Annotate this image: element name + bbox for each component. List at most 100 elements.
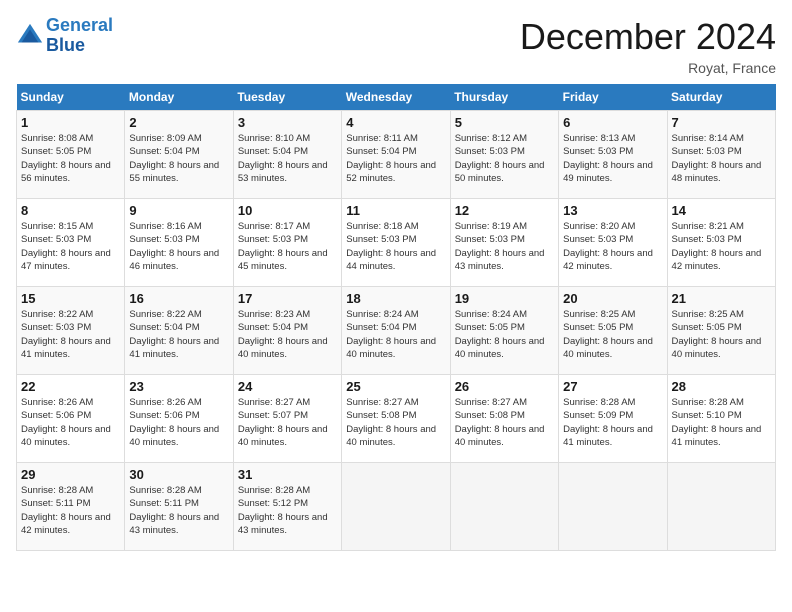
calendar-cell: 4 Sunrise: 8:11 AM Sunset: 5:04 PM Dayli…: [342, 111, 450, 199]
day-number: 2: [129, 115, 228, 130]
weekday-header-sunday: Sunday: [17, 84, 125, 111]
calendar-cell: 24 Sunrise: 8:27 AM Sunset: 5:07 PM Dayl…: [233, 375, 341, 463]
calendar-cell: 30 Sunrise: 8:28 AM Sunset: 5:11 PM Dayl…: [125, 463, 233, 551]
day-info: Sunrise: 8:25 AM Sunset: 5:05 PM Dayligh…: [672, 308, 771, 361]
calendar-cell: 18 Sunrise: 8:24 AM Sunset: 5:04 PM Dayl…: [342, 287, 450, 375]
day-number: 17: [238, 291, 337, 306]
day-number: 12: [455, 203, 554, 218]
calendar-cell: 31 Sunrise: 8:28 AM Sunset: 5:12 PM Dayl…: [233, 463, 341, 551]
day-info: Sunrise: 8:10 AM Sunset: 5:04 PM Dayligh…: [238, 132, 337, 185]
day-number: 15: [21, 291, 120, 306]
day-info: Sunrise: 8:23 AM Sunset: 5:04 PM Dayligh…: [238, 308, 337, 361]
day-info: Sunrise: 8:21 AM Sunset: 5:03 PM Dayligh…: [672, 220, 771, 273]
calendar-week-3: 15 Sunrise: 8:22 AM Sunset: 5:03 PM Dayl…: [17, 287, 776, 375]
logo-icon: [16, 22, 44, 50]
day-info: Sunrise: 8:17 AM Sunset: 5:03 PM Dayligh…: [238, 220, 337, 273]
day-info: Sunrise: 8:14 AM Sunset: 5:03 PM Dayligh…: [672, 132, 771, 185]
day-number: 19: [455, 291, 554, 306]
calendar-cell: [450, 463, 558, 551]
calendar-cell: [342, 463, 450, 551]
calendar-cell: 3 Sunrise: 8:10 AM Sunset: 5:04 PM Dayli…: [233, 111, 341, 199]
day-number: 6: [563, 115, 662, 130]
day-info: Sunrise: 8:28 AM Sunset: 5:09 PM Dayligh…: [563, 396, 662, 449]
calendar-week-2: 8 Sunrise: 8:15 AM Sunset: 5:03 PM Dayli…: [17, 199, 776, 287]
day-info: Sunrise: 8:28 AM Sunset: 5:10 PM Dayligh…: [672, 396, 771, 449]
weekday-header-wednesday: Wednesday: [342, 84, 450, 111]
calendar-cell: 6 Sunrise: 8:13 AM Sunset: 5:03 PM Dayli…: [559, 111, 667, 199]
day-number: 27: [563, 379, 662, 394]
title-area: December 2024 Royat, France: [520, 16, 776, 76]
day-info: Sunrise: 8:24 AM Sunset: 5:04 PM Dayligh…: [346, 308, 445, 361]
day-number: 14: [672, 203, 771, 218]
calendar-table: SundayMondayTuesdayWednesdayThursdayFrid…: [16, 84, 776, 551]
day-info: Sunrise: 8:28 AM Sunset: 5:11 PM Dayligh…: [129, 484, 228, 537]
weekday-header-thursday: Thursday: [450, 84, 558, 111]
calendar-cell: [559, 463, 667, 551]
day-number: 21: [672, 291, 771, 306]
calendar-cell: [667, 463, 775, 551]
day-info: Sunrise: 8:27 AM Sunset: 5:07 PM Dayligh…: [238, 396, 337, 449]
day-info: Sunrise: 8:26 AM Sunset: 5:06 PM Dayligh…: [129, 396, 228, 449]
day-number: 25: [346, 379, 445, 394]
calendar-cell: 23 Sunrise: 8:26 AM Sunset: 5:06 PM Dayl…: [125, 375, 233, 463]
day-number: 1: [21, 115, 120, 130]
calendar-cell: 16 Sunrise: 8:22 AM Sunset: 5:04 PM Dayl…: [125, 287, 233, 375]
calendar-cell: 7 Sunrise: 8:14 AM Sunset: 5:03 PM Dayli…: [667, 111, 775, 199]
calendar-cell: 21 Sunrise: 8:25 AM Sunset: 5:05 PM Dayl…: [667, 287, 775, 375]
calendar-cell: 2 Sunrise: 8:09 AM Sunset: 5:04 PM Dayli…: [125, 111, 233, 199]
day-info: Sunrise: 8:15 AM Sunset: 5:03 PM Dayligh…: [21, 220, 120, 273]
calendar-cell: 5 Sunrise: 8:12 AM Sunset: 5:03 PM Dayli…: [450, 111, 558, 199]
day-number: 8: [21, 203, 120, 218]
calendar-cell: 9 Sunrise: 8:16 AM Sunset: 5:03 PM Dayli…: [125, 199, 233, 287]
day-info: Sunrise: 8:12 AM Sunset: 5:03 PM Dayligh…: [455, 132, 554, 185]
day-number: 18: [346, 291, 445, 306]
location: Royat, France: [520, 60, 776, 76]
header: General Blue December 2024 Royat, France: [16, 16, 776, 76]
weekday-header-friday: Friday: [559, 84, 667, 111]
calendar-cell: 29 Sunrise: 8:28 AM Sunset: 5:11 PM Dayl…: [17, 463, 125, 551]
calendar-cell: 8 Sunrise: 8:15 AM Sunset: 5:03 PM Dayli…: [17, 199, 125, 287]
day-number: 3: [238, 115, 337, 130]
calendar-cell: 15 Sunrise: 8:22 AM Sunset: 5:03 PM Dayl…: [17, 287, 125, 375]
calendar-cell: 20 Sunrise: 8:25 AM Sunset: 5:05 PM Dayl…: [559, 287, 667, 375]
calendar-week-5: 29 Sunrise: 8:28 AM Sunset: 5:11 PM Dayl…: [17, 463, 776, 551]
weekday-header-saturday: Saturday: [667, 84, 775, 111]
day-number: 20: [563, 291, 662, 306]
calendar-cell: 25 Sunrise: 8:27 AM Sunset: 5:08 PM Dayl…: [342, 375, 450, 463]
day-number: 23: [129, 379, 228, 394]
day-info: Sunrise: 8:18 AM Sunset: 5:03 PM Dayligh…: [346, 220, 445, 273]
weekday-header-tuesday: Tuesday: [233, 84, 341, 111]
day-number: 30: [129, 467, 228, 482]
calendar-week-4: 22 Sunrise: 8:26 AM Sunset: 5:06 PM Dayl…: [17, 375, 776, 463]
calendar-cell: 11 Sunrise: 8:18 AM Sunset: 5:03 PM Dayl…: [342, 199, 450, 287]
calendar-cell: 17 Sunrise: 8:23 AM Sunset: 5:04 PM Dayl…: [233, 287, 341, 375]
day-info: Sunrise: 8:16 AM Sunset: 5:03 PM Dayligh…: [129, 220, 228, 273]
month-title: December 2024: [520, 16, 776, 58]
day-info: Sunrise: 8:13 AM Sunset: 5:03 PM Dayligh…: [563, 132, 662, 185]
day-number: 5: [455, 115, 554, 130]
day-info: Sunrise: 8:09 AM Sunset: 5:04 PM Dayligh…: [129, 132, 228, 185]
calendar-cell: 28 Sunrise: 8:28 AM Sunset: 5:10 PM Dayl…: [667, 375, 775, 463]
calendar-cell: 13 Sunrise: 8:20 AM Sunset: 5:03 PM Dayl…: [559, 199, 667, 287]
day-number: 24: [238, 379, 337, 394]
day-number: 11: [346, 203, 445, 218]
day-info: Sunrise: 8:08 AM Sunset: 5:05 PM Dayligh…: [21, 132, 120, 185]
day-info: Sunrise: 8:28 AM Sunset: 5:12 PM Dayligh…: [238, 484, 337, 537]
day-info: Sunrise: 8:22 AM Sunset: 5:03 PM Dayligh…: [21, 308, 120, 361]
day-info: Sunrise: 8:27 AM Sunset: 5:08 PM Dayligh…: [346, 396, 445, 449]
day-info: Sunrise: 8:27 AM Sunset: 5:08 PM Dayligh…: [455, 396, 554, 449]
day-number: 26: [455, 379, 554, 394]
day-number: 22: [21, 379, 120, 394]
day-info: Sunrise: 8:19 AM Sunset: 5:03 PM Dayligh…: [455, 220, 554, 273]
day-info: Sunrise: 8:20 AM Sunset: 5:03 PM Dayligh…: [563, 220, 662, 273]
day-number: 10: [238, 203, 337, 218]
day-number: 28: [672, 379, 771, 394]
calendar-cell: 1 Sunrise: 8:08 AM Sunset: 5:05 PM Dayli…: [17, 111, 125, 199]
day-info: Sunrise: 8:11 AM Sunset: 5:04 PM Dayligh…: [346, 132, 445, 185]
logo: General Blue: [16, 16, 113, 56]
day-info: Sunrise: 8:26 AM Sunset: 5:06 PM Dayligh…: [21, 396, 120, 449]
calendar-cell: 27 Sunrise: 8:28 AM Sunset: 5:09 PM Dayl…: [559, 375, 667, 463]
day-number: 16: [129, 291, 228, 306]
day-info: Sunrise: 8:24 AM Sunset: 5:05 PM Dayligh…: [455, 308, 554, 361]
calendar-cell: 26 Sunrise: 8:27 AM Sunset: 5:08 PM Dayl…: [450, 375, 558, 463]
